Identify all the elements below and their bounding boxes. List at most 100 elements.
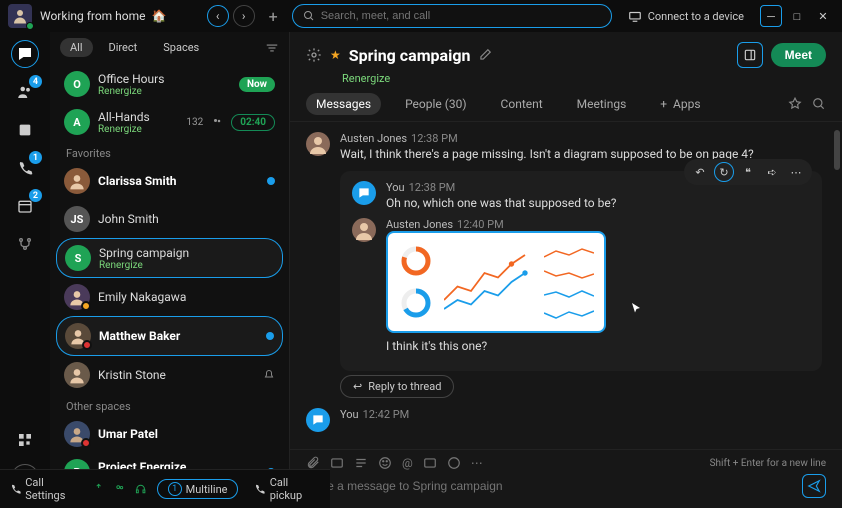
filter-spaces[interactable]: Spaces [153, 38, 209, 57]
thread-container: ↶ ↻ ❝ ➪ ⋯ You12:38 PM Oh no, which one w… [340, 171, 822, 371]
gif-icon[interactable] [423, 456, 437, 470]
rail-more[interactable] [11, 230, 39, 258]
presence-status[interactable]: Working from home 🏠 [40, 9, 166, 23]
apps-icon [17, 432, 33, 448]
unread-indicator [266, 332, 274, 340]
compose-input[interactable] [306, 479, 794, 493]
space-umar[interactable]: Umar Patel [56, 415, 283, 453]
self-avatar[interactable] [352, 181, 376, 205]
react-forward-icon[interactable]: ➪ [762, 162, 782, 182]
meet-button[interactable]: Meet [771, 43, 826, 67]
space-kristin[interactable]: Kristin Stone [56, 356, 283, 394]
space-org: Renergize [290, 72, 842, 87]
phone-settings-icon [10, 483, 21, 495]
user-avatar[interactable] [8, 4, 32, 28]
sparklines [544, 243, 594, 321]
new-button[interactable]: + [263, 7, 284, 26]
window-close-button[interactable]: ✕ [812, 5, 834, 27]
bell-icon [263, 369, 275, 381]
space-all-hands[interactable]: A All-Hands Renergize 132 02:40 [56, 103, 283, 141]
reply-thread-button[interactable]: ↩ Reply to thread [340, 375, 454, 398]
cursor-icon [630, 302, 642, 314]
search-in-space-icon[interactable] [812, 97, 826, 111]
send-button[interactable] [802, 474, 826, 498]
compose-hint: Shift + Enter for a new line [710, 458, 826, 469]
rail-calling[interactable]: 1 [11, 154, 39, 182]
reaction-bar: ↶ ↻ ❝ ➪ ⋯ [684, 159, 812, 185]
react-more-icon[interactable]: ⋯ [786, 162, 806, 182]
nav-back-button[interactable]: ‹ [207, 5, 229, 27]
author-avatar[interactable] [306, 132, 330, 156]
scrollbar[interactable] [834, 130, 840, 170]
space-emily[interactable]: Emily Nakagawa [56, 278, 283, 316]
mention-icon[interactable]: @ [402, 456, 413, 470]
window-maximize-button[interactable]: □ [786, 5, 808, 27]
filter-all[interactable]: All [60, 38, 93, 57]
line-chart [444, 243, 534, 321]
rail-calendar[interactable]: 2 [11, 192, 39, 220]
status-emoji: 🏠 [152, 9, 167, 23]
search-input[interactable] [321, 10, 601, 22]
edit-icon[interactable] [478, 48, 492, 62]
calling-badge: 1 [29, 151, 42, 164]
space-clarissa[interactable]: Clarissa Smith [56, 162, 283, 200]
meeting-timer: 02:40 [231, 114, 275, 131]
react-quote-icon[interactable]: ❝ [738, 162, 758, 182]
filter-direct[interactable]: Direct [99, 38, 148, 57]
attach-icon[interactable] [306, 456, 320, 470]
react-refresh-icon[interactable]: ↻ [714, 162, 734, 182]
window-minimize-button[interactable]: ─ [760, 5, 782, 27]
bitmoji-icon[interactable] [447, 456, 461, 470]
author-avatar[interactable] [352, 218, 376, 242]
audio-out-icon[interactable] [114, 483, 125, 495]
search-field[interactable] [292, 4, 612, 28]
more-compose-icon[interactable]: ⋯ [471, 456, 483, 470]
tab-people[interactable]: People (30) [395, 93, 476, 115]
search-icon [303, 10, 315, 22]
device-icon [628, 10, 642, 22]
space-matthew[interactable]: Matthew Baker [56, 316, 283, 356]
now-badge: Now [239, 77, 275, 92]
space-office-hours[interactable]: O Office Hours Renergize Now [56, 65, 283, 103]
other-spaces-label: Other spaces [56, 394, 283, 415]
call-pickup-button[interactable]: Call pickup [254, 476, 320, 502]
donut-chart-2 [398, 285, 434, 321]
format-icon[interactable] [354, 456, 368, 470]
status-text: Working from home [40, 9, 146, 23]
emoji-icon[interactable] [378, 456, 392, 470]
space-john[interactable]: JS John Smith [56, 200, 283, 238]
space-title: Spring campaign [349, 46, 471, 65]
pickup-icon [254, 483, 265, 495]
filter-icon[interactable] [265, 42, 279, 54]
call-settings-button[interactable]: Call Settings [10, 476, 83, 502]
tab-meetings[interactable]: Meetings [567, 93, 637, 115]
tab-messages[interactable]: Messages [306, 93, 381, 115]
gear-icon[interactable] [306, 47, 322, 63]
chat-icon [16, 45, 34, 63]
react-back-icon[interactable]: ↶ [690, 162, 710, 182]
rail-apps[interactable] [11, 426, 39, 454]
calendar-badge: 2 [29, 189, 42, 202]
headset-icon[interactable] [135, 483, 146, 495]
tab-apps[interactable]: + Apps [650, 93, 710, 115]
rail-messaging[interactable] [11, 40, 39, 68]
star-icon[interactable]: ★ [330, 48, 341, 62]
tab-content[interactable]: Content [491, 93, 553, 115]
connect-device-button[interactable]: Connect to a device [620, 10, 752, 23]
donut-chart-1 [398, 243, 434, 279]
nav-forward-button[interactable]: › [233, 5, 255, 27]
multiline-button[interactable]: 1 Multiline [157, 479, 239, 499]
audio-in-icon[interactable] [93, 483, 104, 495]
pin-icon[interactable] [788, 97, 802, 111]
rail-teams[interactable]: 4 [11, 78, 39, 106]
self-avatar[interactable] [306, 408, 330, 432]
participant-count: 132 [186, 117, 203, 128]
attachment-image[interactable] [386, 231, 606, 333]
rail-contacts[interactable] [11, 116, 39, 144]
space-spring-campaign[interactable]: S Spring campaign Renergize [56, 238, 283, 278]
screenshot-icon[interactable] [330, 456, 344, 470]
panel-button[interactable] [737, 42, 763, 68]
favorites-label: Favorites [56, 141, 283, 162]
message-row: Austen Jones12:38 PM Wait, I think there… [306, 132, 822, 161]
people-icon [211, 117, 223, 127]
